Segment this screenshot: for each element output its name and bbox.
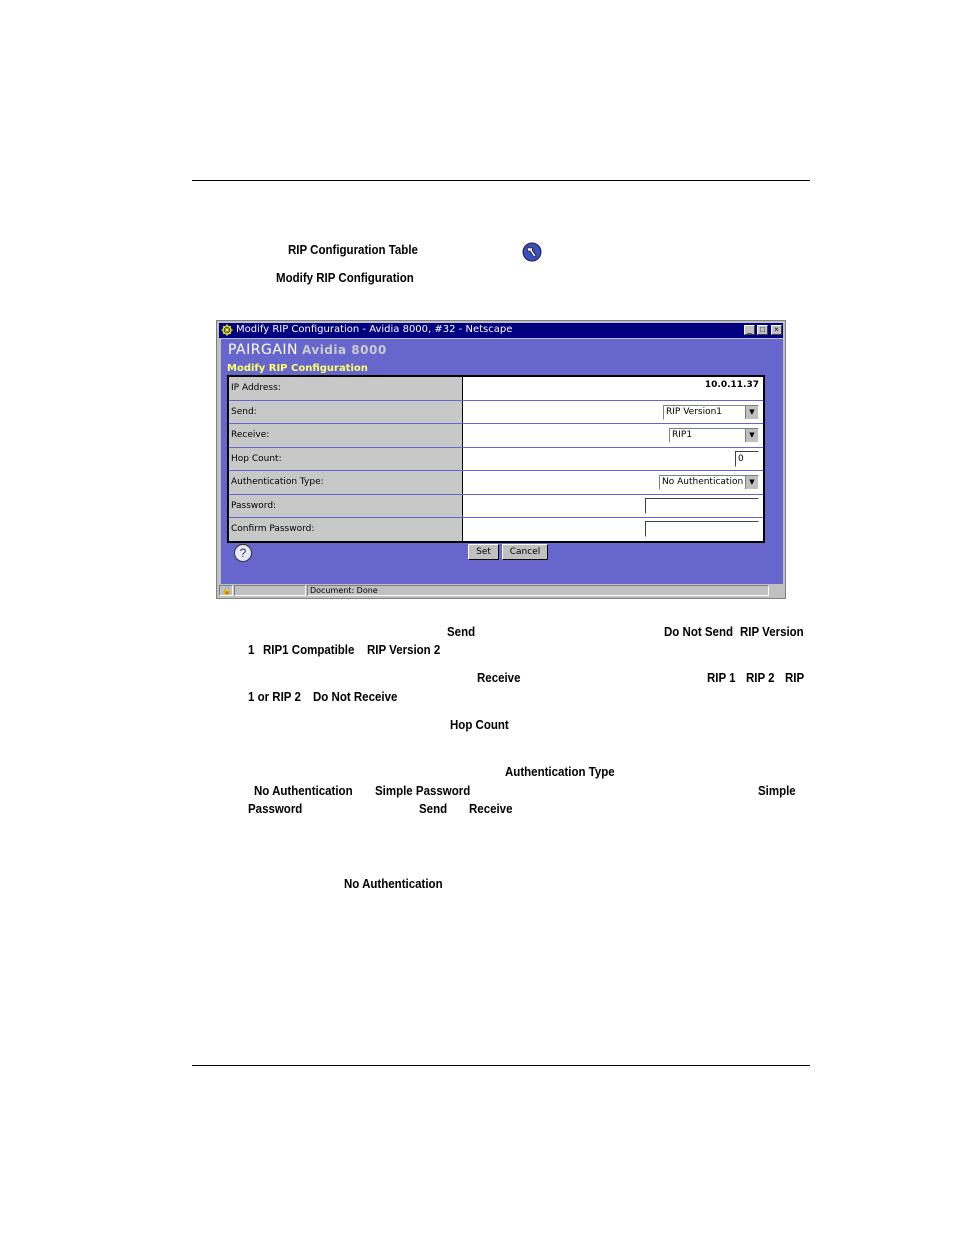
header-rule [192, 180, 810, 181]
receive-option-rip-either-b: 1 or RIP 2 [248, 690, 301, 704]
auth-type-keyword: Authentication Type [505, 765, 615, 779]
simple-password-a: Simple [758, 784, 796, 798]
status-text: Document: Done [307, 585, 769, 596]
minimize-button[interactable]: _ [744, 325, 755, 335]
simple-password-b: Password [248, 802, 303, 816]
progress-cell [234, 585, 306, 596]
auth-type-select-value: No Authentication [662, 477, 744, 487]
receive-label: Receive: [229, 424, 463, 447]
auth-type-label: Authentication Type: [229, 471, 463, 494]
send-option-rip-version-1-a: RIP Version [740, 625, 804, 639]
form-row-receive: Receive: RIP1 ▼ [229, 424, 763, 448]
rip-config-form: IP Address: 10.0.11.37 Send: RIP Version… [227, 375, 765, 543]
status-bar: 🔒 Document: Done [219, 584, 783, 597]
hop-count-keyword: Hop Count [450, 718, 509, 732]
maximize-button[interactable]: □ [757, 325, 768, 335]
send-option-rip1-compatible: RIP1 Compatible [263, 643, 355, 657]
confirm-password-label: Confirm Password: [229, 518, 463, 541]
form-row-ip: IP Address: 10.0.11.37 [229, 377, 763, 401]
auth-receive-keyword: Receive [469, 802, 513, 816]
close-button[interactable]: × [771, 325, 782, 335]
confirm-password-field[interactable] [645, 521, 759, 537]
receive-select[interactable]: RIP1 ▼ [669, 428, 759, 443]
ip-address-value: 10.0.11.37 [704, 380, 759, 390]
page-content: PAIRGAIN Avidia 8000 Modify RIP Configura… [221, 339, 783, 584]
window-title-bar[interactable]: Modify RIP Configuration - Avidia 8000, … [219, 323, 783, 338]
chevron-down-icon[interactable]: ▼ [745, 405, 758, 419]
send-select-value: RIP Version1 [666, 406, 723, 417]
logo-brand: PAIRGAIN [228, 342, 299, 358]
security-lock-icon[interactable]: 🔒 [219, 585, 233, 596]
auth-option-none: No Authentication [254, 784, 353, 798]
form-row-password: Password: [229, 494, 763, 518]
form-row-confirm: Confirm Password: [229, 518, 763, 541]
pairgain-logo: PAIRGAIN Avidia 8000 [228, 342, 387, 358]
send-keyword: Send [447, 625, 476, 639]
password-field[interactable] [645, 497, 759, 514]
help-icon[interactable]: ? [234, 544, 252, 562]
no-auth-keyword: No Authentication [344, 877, 443, 891]
receive-option-rip2: RIP 2 [746, 671, 775, 685]
hop-count-input[interactable]: 0 [735, 450, 759, 467]
send-label: Send: [229, 400, 463, 423]
receive-select-value: RIP1 [672, 430, 693, 440]
auth-option-simple-password: Simple Password [375, 784, 471, 798]
screen-ref-text: Modify RIP Configuration [276, 271, 414, 285]
auth-type-select[interactable]: No Authentication ▼ [659, 475, 759, 490]
receive-keyword: Receive [477, 671, 521, 685]
auth-send-keyword: Send [419, 802, 448, 816]
footer-rule [192, 1065, 810, 1066]
ip-address-label: IP Address: [229, 377, 463, 400]
chevron-down-icon[interactable]: ▼ [745, 429, 758, 442]
send-option-rip-version-2: RIP Version 2 [367, 643, 441, 657]
form-row-auth: Authentication Type: No Authentication ▼ [229, 471, 763, 495]
window-title: Modify RIP Configuration - Avidia 8000, … [236, 324, 513, 335]
logo-model: Avidia 8000 [302, 343, 387, 357]
cancel-button[interactable]: Cancel [502, 544, 548, 560]
send-select[interactable]: RIP Version1 ▼ [663, 404, 759, 420]
receive-option-rip1: RIP 1 [707, 671, 736, 685]
set-button[interactable]: Set [468, 544, 499, 560]
send-option-do-not-send: Do Not Send [664, 625, 733, 639]
page-subtitle: Modify RIP Configuration [227, 363, 368, 374]
hop-count-label: Hop Count: [229, 447, 463, 470]
table-ref-text: RIP Configuration Table [288, 243, 418, 257]
form-row-send: Send: RIP Version1 ▼ [229, 400, 763, 424]
receive-option-do-not-receive: Do Not Receive [313, 690, 398, 704]
receive-option-rip-either-a: RIP [785, 671, 805, 685]
configure-tool-icon[interactable] [522, 242, 542, 262]
chevron-down-icon[interactable]: ▼ [745, 476, 758, 489]
send-option-rip-version-1-b: 1 [248, 643, 255, 657]
netscape-icon [221, 324, 233, 336]
netscape-window: Modify RIP Configuration - Avidia 8000, … [216, 320, 786, 599]
password-label: Password: [229, 494, 463, 517]
form-row-hop: Hop Count: 0 [229, 447, 763, 471]
